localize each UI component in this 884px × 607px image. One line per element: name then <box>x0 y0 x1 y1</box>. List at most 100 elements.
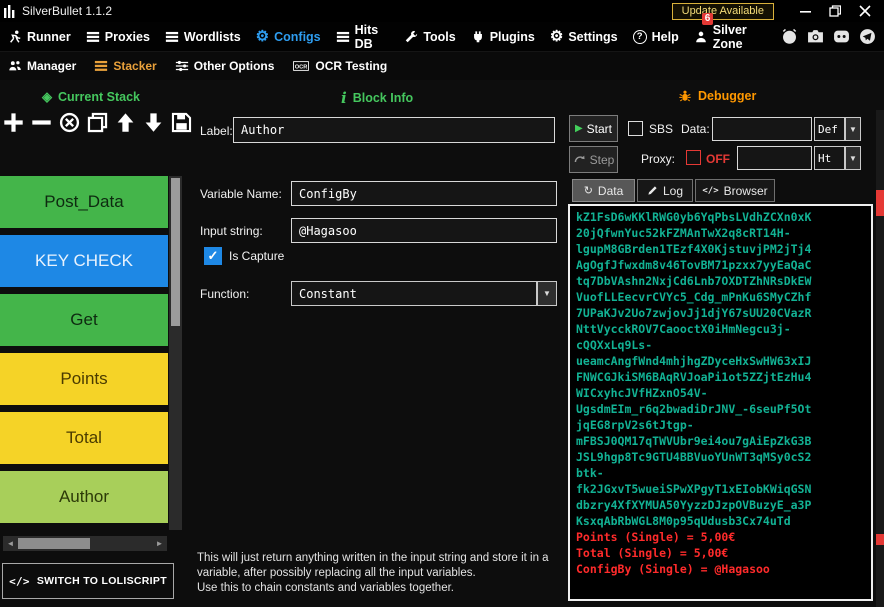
debugger-data-output: kZ1FsD6wKKlRWG0yb6YqPbsLVdhZCXn0xK 20jQf… <box>576 209 865 529</box>
menu-label: Wordlists <box>184 30 241 44</box>
submenu-item-manager[interactable]: Manager <box>8 59 76 73</box>
move-up-button[interactable] <box>115 112 136 133</box>
update-available-button[interactable]: Update Available <box>672 3 774 20</box>
label-input[interactable] <box>233 117 555 143</box>
window-scrollbar[interactable] <box>876 110 884 607</box>
submenu-item-stacker[interactable]: Stacker <box>94 59 156 73</box>
stack-block-key-check[interactable]: KEY CHECK <box>0 235 168 287</box>
variable-name-caption: Variable Name: <box>200 187 282 201</box>
tab-data[interactable]: ↻ Data <box>572 179 635 202</box>
menu-item-tools[interactable]: Tools <box>404 30 455 44</box>
person-icon <box>694 30 708 44</box>
menu-item-help[interactable]: ? Help <box>633 30 679 44</box>
submenu-label: Other Options <box>194 59 275 73</box>
step-button[interactable]: Step <box>569 146 618 173</box>
menu-label: Hits DB <box>355 23 390 51</box>
debugger-output-panel: kZ1FsD6wKKlRWG0yb6YqPbsLVdhZCXn0xK 20jQf… <box>568 204 873 601</box>
stack-list: Post_Data KEY CHECK Get Points Total Aut… <box>0 176 168 530</box>
switch-to-loliscript-button[interactable]: </> SWITCH TO LOLISCRIPT <box>2 563 174 599</box>
minimize-button[interactable] <box>790 0 820 22</box>
menu-item-wordlists[interactable]: Wordlists <box>165 30 241 44</box>
wordlist-type-arrow[interactable]: ▼ <box>845 117 861 141</box>
tab-label: Browser <box>724 184 768 198</box>
scroll-marker <box>876 534 884 545</box>
menu-item-silver-zone[interactable]: 6 Silver Zone <box>694 23 766 51</box>
sliders-icon <box>175 59 189 73</box>
function-select[interactable]: Constant <box>291 281 537 306</box>
stack-vertical-scrollbar[interactable] <box>169 176 182 530</box>
scroll-right-arrow[interactable]: ► <box>152 536 167 551</box>
submenu-item-ocr-testing[interactable]: OCR OCR Testing <box>292 59 387 73</box>
variable-name-input[interactable] <box>291 181 557 206</box>
start-button[interactable]: ▶ Start <box>569 115 618 142</box>
block-label: Author <box>59 487 109 507</box>
runner-icon <box>8 30 22 44</box>
add-block-button[interactable] <box>3 112 24 133</box>
switch-button-label: SWITCH TO LOLISCRIPT <box>37 575 167 587</box>
proxy-checkbox[interactable] <box>686 150 701 165</box>
menu-item-hits-db[interactable]: Hits DB <box>336 23 390 51</box>
submenu-label: Manager <box>27 59 76 73</box>
remove-block-button[interactable] <box>31 112 52 133</box>
section-title: Current Stack <box>58 90 140 104</box>
maximize-button[interactable] <box>820 0 850 22</box>
menu-item-proxies[interactable]: Proxies <box>86 30 150 44</box>
sbs-label: SBS <box>649 122 673 136</box>
proxy-input[interactable] <box>737 146 812 170</box>
function-dropdown-arrow[interactable]: ▼ <box>537 281 557 306</box>
menu-item-configs[interactable]: ⚙ Configs <box>256 30 321 44</box>
input-string-input[interactable] <box>291 218 557 243</box>
scrollbar-thumb[interactable] <box>171 178 180 326</box>
duplicate-block-button[interactable] <box>87 112 108 133</box>
close-button[interactable] <box>850 0 880 22</box>
list-icon <box>165 30 179 44</box>
people-icon <box>8 59 22 73</box>
stack-block-points[interactable]: Points <box>0 353 168 405</box>
discord-icon[interactable] <box>833 28 850 45</box>
block-description: This will just return anything written i… <box>197 551 569 597</box>
app-logo-icon <box>4 5 16 18</box>
submenu-item-other-options[interactable]: Other Options <box>175 59 275 73</box>
sbs-checkbox[interactable] <box>628 121 643 136</box>
proxy-type-arrow[interactable]: ▼ <box>845 146 861 170</box>
menu-item-plugins[interactable]: Plugins <box>471 30 535 44</box>
data-input[interactable] <box>712 117 812 141</box>
block-label: Get <box>70 310 97 330</box>
wordlist-type-select[interactable]: Def <box>814 117 845 141</box>
alarm-clock-icon[interactable] <box>781 28 798 45</box>
proxy-type-select[interactable]: Ht <box>814 146 845 170</box>
stack-block-author[interactable]: Author <box>0 471 168 523</box>
camera-icon[interactable] <box>807 28 824 45</box>
disable-block-button[interactable] <box>59 112 80 133</box>
tab-log[interactable]: Log <box>637 179 693 202</box>
block-label: Points <box>60 369 107 389</box>
function-value: Constant <box>299 287 357 301</box>
main-menu-bar: Runner Proxies Wordlists ⚙ Configs Hits … <box>0 22 884 52</box>
stack-diamond-icon: ◈ <box>42 89 52 105</box>
stack-horizontal-scrollbar[interactable]: ◄ ► <box>3 536 167 551</box>
bug-icon <box>678 89 692 103</box>
move-down-button[interactable] <box>143 112 164 133</box>
minimize-icon <box>800 6 811 17</box>
save-config-button[interactable] <box>171 112 192 133</box>
chevron-down-icon: ▼ <box>849 154 857 163</box>
menu-item-runner[interactable]: Runner <box>8 30 71 44</box>
menu-label: Plugins <box>490 30 535 44</box>
scrollbar-thumb[interactable] <box>18 538 90 549</box>
stack-block-post-data[interactable]: Post_Data <box>0 176 168 228</box>
is-capture-checkbox[interactable]: ✓ <box>204 247 222 265</box>
stack-block-get[interactable]: Get <box>0 294 168 346</box>
stack-block-total[interactable]: Total <box>0 412 168 464</box>
submenu-label: Stacker <box>113 59 156 73</box>
plug-icon <box>471 30 485 44</box>
tab-browser[interactable]: </> Browser <box>695 179 775 202</box>
window-title: SilverBullet 1.1.2 <box>22 4 112 18</box>
scroll-left-arrow[interactable]: ◄ <box>3 536 18 551</box>
menu-label: Settings <box>568 30 617 44</box>
menu-item-settings[interactable]: ⚙ Settings <box>550 30 618 44</box>
refresh-icon: ↻ <box>584 184 593 197</box>
check-icon: ✓ <box>208 248 219 264</box>
play-icon: ▶ <box>575 123 583 134</box>
telegram-icon[interactable] <box>859 28 876 45</box>
submenu-label: OCR Testing <box>315 59 387 73</box>
